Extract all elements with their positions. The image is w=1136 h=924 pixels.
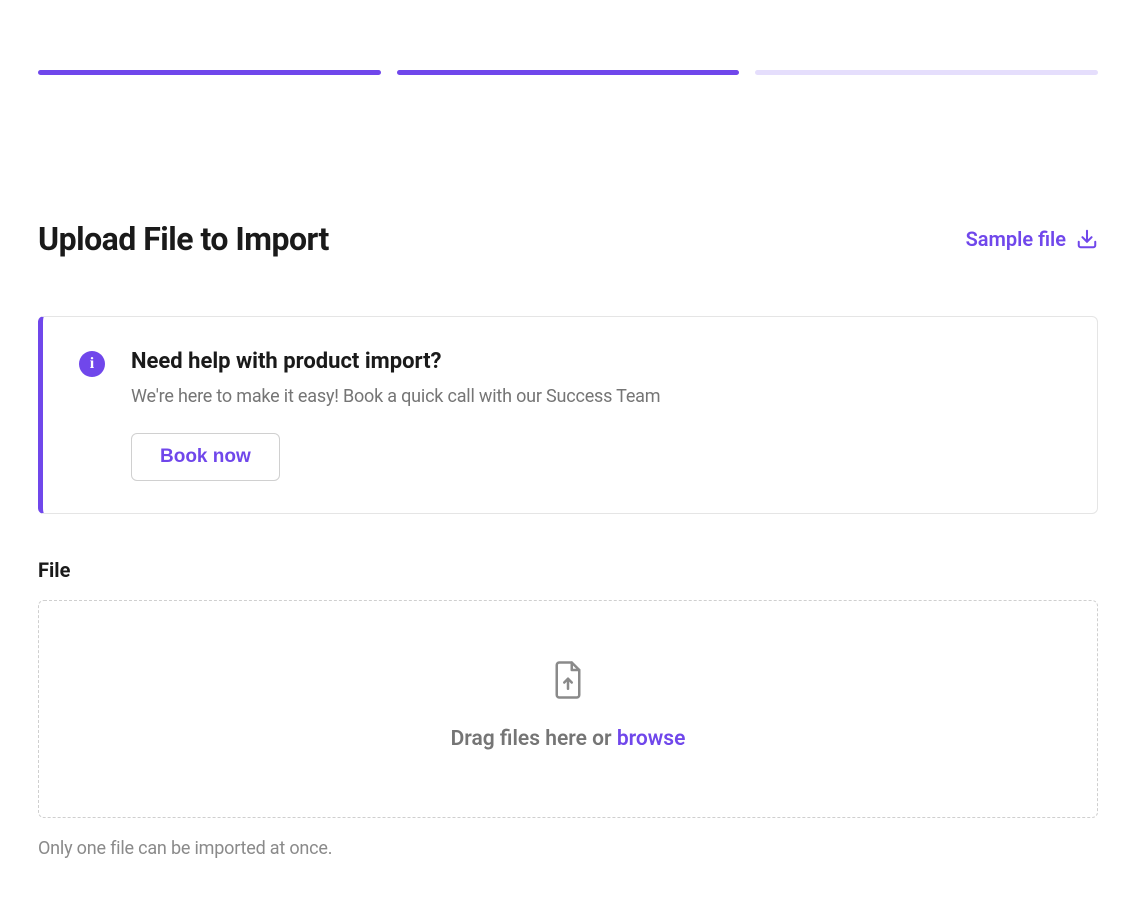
info-content: Need help with product import? We're her… [131, 349, 1061, 481]
dropzone-prefix: Drag files here or [451, 727, 617, 751]
browse-link[interactable]: browse [617, 727, 686, 751]
file-section: File Drag files here or browse Only one … [38, 558, 1098, 859]
sample-file-link[interactable]: Sample file [966, 227, 1098, 251]
progress-step-1 [38, 70, 381, 75]
dropzone-text: Drag files here or browse [451, 727, 686, 751]
download-icon [1076, 228, 1098, 250]
book-now-button[interactable]: Book now [131, 433, 280, 481]
progress-bar [38, 0, 1098, 75]
file-label: File [38, 558, 1098, 582]
page-title: Upload File to Import [38, 220, 329, 258]
progress-step-3 [755, 70, 1098, 75]
progress-step-2 [397, 70, 740, 75]
header-row: Upload File to Import Sample file [38, 220, 1098, 258]
info-title: Need help with product import? [131, 349, 1061, 374]
info-description: We're here to make it easy! Book a quick… [131, 386, 1061, 407]
file-dropzone[interactable]: Drag files here or browse [38, 600, 1098, 818]
file-upload-icon [553, 661, 583, 699]
info-icon: i [79, 351, 105, 377]
sample-file-label: Sample file [966, 227, 1066, 251]
file-hint: Only one file can be imported at once. [38, 838, 1098, 859]
help-info-box: i Need help with product import? We're h… [38, 316, 1098, 514]
